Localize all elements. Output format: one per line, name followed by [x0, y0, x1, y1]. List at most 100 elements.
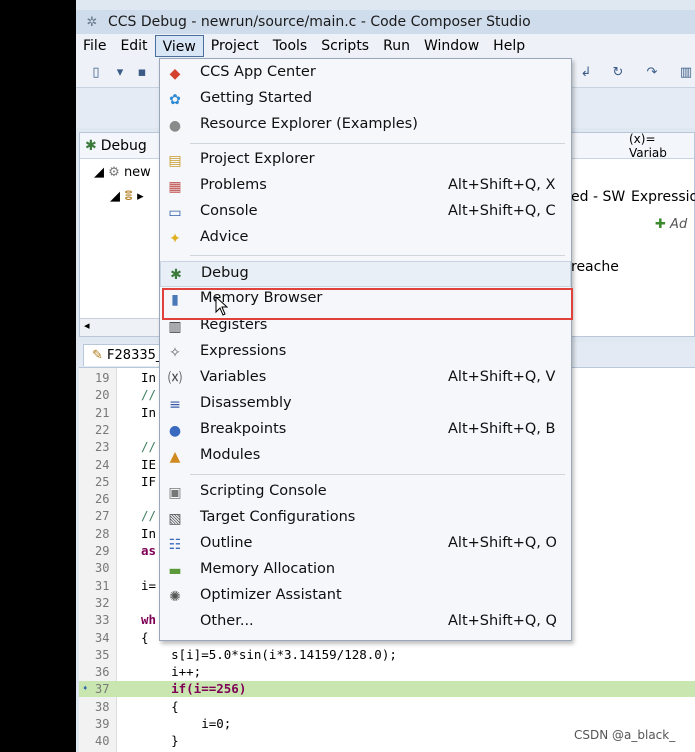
code-text: In	[141, 370, 157, 385]
line-number: 32	[95, 595, 110, 610]
c-file-icon: ✎	[92, 348, 103, 363]
step-over-icon[interactable]: ↷	[642, 63, 662, 83]
menu-item-shortcut: Alt+Shift+Q, B	[448, 421, 556, 437]
line-number: 19	[95, 371, 110, 385]
app-center-icon: ◆	[169, 66, 181, 82]
menu-item-advice[interactable]: ✦ Advice	[160, 226, 571, 252]
outline-icon: ☷	[168, 537, 182, 553]
tree-item-project[interactable]: ◢ ⚙ new	[94, 165, 151, 180]
menu-item-label: Problems	[200, 177, 267, 193]
menu-item-target-configurations[interactable]: ▧ Target Configurations	[160, 506, 571, 532]
line-number: 29	[95, 544, 110, 558]
debug-icon: ✱	[170, 267, 182, 283]
menu-item-expressions[interactable]: ✧ Expressions	[160, 340, 571, 366]
line-number: 28	[95, 526, 110, 541]
code-line[interactable]: 38 {	[79, 699, 695, 715]
variables-icon: ⒳	[168, 371, 182, 387]
menu-item-optimizer-assistant[interactable]: ✺ Optimizer Assistant	[160, 584, 571, 610]
tree-expand-icon: ◢	[110, 189, 120, 204]
line-number: 34	[95, 630, 110, 645]
line-number: 25	[95, 474, 110, 489]
menu-item-label: Resource Explorer (Examples)	[200, 116, 418, 132]
menu-item-getting-started[interactable]: ✿ Getting Started	[160, 87, 571, 113]
memory-allocation-icon: ▬	[168, 563, 182, 579]
optimizer-assistant-icon: ✺	[169, 589, 181, 605]
variables-view-tab[interactable]: (x)= Variab	[571, 131, 694, 160]
chart-icon[interactable]: ▥	[676, 63, 695, 83]
menu-item-label: Disassembly	[200, 395, 292, 411]
code-text: wh	[141, 612, 157, 628]
code-text: s[i]=5.0*sin(i*3.14159/128.0);	[141, 646, 397, 662]
code-line[interactable]: 36 i++;	[79, 664, 695, 680]
menu-item-modules[interactable]: ▲ Modules	[160, 444, 571, 470]
advice-icon: ✦	[169, 231, 181, 247]
menu-tools[interactable]: Tools	[266, 35, 315, 57]
menu-item-disassembly[interactable]: ≡ Disassembly	[160, 392, 571, 418]
problems-icon: ▦	[168, 179, 182, 195]
menu-file[interactable]: File	[76, 35, 113, 57]
code-line[interactable]: 37 if(i==256) ➧	[79, 681, 695, 698]
menu-item-breakpoints[interactable]: ● Breakpoints Alt+Shift+Q, B	[160, 418, 571, 444]
menu-item-shortcut: Alt+Shift+Q, C	[448, 203, 556, 219]
menu-item-label: Project Explorer	[200, 151, 315, 167]
menu-item-label: Console	[200, 203, 258, 219]
add-icon: ✚	[655, 217, 666, 232]
menu-item-label: Getting Started	[200, 90, 313, 106]
tree-item-label: new	[123, 165, 151, 180]
title-bar: ✲ CCS Debug - newrun/source/main.c - Cod…	[76, 10, 695, 34]
menu-help[interactable]: Help	[486, 35, 532, 57]
menu-item-scripting-console[interactable]: ▣ Scripting Console	[160, 480, 571, 506]
menu-separator	[190, 143, 565, 144]
refresh-icon[interactable]: ↻	[608, 63, 628, 83]
add-expression-row[interactable]: ✚ Ad	[655, 217, 687, 232]
menu-bar: File Edit View Project Tools Scripts Run…	[76, 34, 695, 58]
thread-icon: ⴻ	[124, 189, 134, 204]
menu-window[interactable]: Window	[417, 35, 486, 57]
menu-view[interactable]: View	[154, 35, 204, 57]
menu-edit[interactable]: Edit	[113, 35, 154, 57]
menu-item-console[interactable]: ▭ Console Alt+Shift+Q, C	[160, 200, 571, 226]
menu-scripts[interactable]: Scripts	[314, 35, 376, 57]
menu-item-resource-explorer-examples[interactable]: ● Resource Explorer (Examples)	[160, 113, 571, 139]
save-icon[interactable]: ▪	[132, 63, 152, 83]
menu-separator	[190, 474, 565, 475]
code-text: In	[141, 404, 157, 420]
menu-item-label: Expressions	[200, 343, 287, 359]
menu-run[interactable]: Run	[376, 35, 417, 57]
code-text: //	[141, 387, 157, 403]
menu-item-outline[interactable]: ☷ Outline Alt+Shift+Q, O	[160, 532, 571, 558]
tree-item-thread[interactable]: ◢ ⴻ ▸	[110, 189, 144, 204]
target-configurations-icon: ▧	[168, 511, 182, 527]
menu-project[interactable]: Project	[204, 35, 266, 57]
new-icon[interactable]: ▯	[86, 63, 106, 83]
getting-started-icon: ✿	[169, 92, 181, 108]
menu-item-label: Other...	[200, 613, 254, 629]
line-number: 24	[95, 457, 110, 472]
code-text: In	[141, 525, 157, 541]
menu-item-label: Outline	[200, 535, 253, 551]
modules-icon: ▲	[169, 449, 181, 465]
menu-item-problems[interactable]: ▦ Problems Alt+Shift+Q, X	[160, 174, 571, 200]
dropdown-arrow-icon[interactable]: ▾	[110, 63, 130, 83]
menu-item-other[interactable]: Other... Alt+Shift+Q, Q	[160, 610, 571, 636]
tree-item-label: ▸	[137, 189, 144, 204]
variables-tab-label: (x)= Variab	[629, 131, 667, 160]
line-number: 21	[95, 405, 110, 420]
breakpoints-icon: ●	[168, 423, 182, 439]
step-return-icon[interactable]: ↲	[576, 63, 596, 83]
menu-item-project-explorer[interactable]: ▤ Project Explorer	[160, 148, 571, 174]
line-number: 38	[95, 699, 110, 714]
code-line[interactable]: 35 s[i]=5.0*sin(i*3.14159/128.0);	[79, 647, 695, 663]
menu-item-label: Scripting Console	[200, 483, 327, 499]
menu-item-ccs-app-center[interactable]: ◆ CCS App Center	[160, 61, 571, 87]
code-text: IE	[141, 456, 157, 472]
scripting-console-icon: ▣	[168, 485, 182, 501]
code-text: i=0;	[141, 716, 232, 731]
resource-explorer-icon: ●	[168, 118, 182, 134]
menu-item-label: Optimizer Assistant	[200, 587, 342, 603]
tree-cpu-icon: ⚙	[108, 165, 120, 180]
menu-item-memory-allocation[interactable]: ▬ Memory Allocation	[160, 558, 571, 584]
scroll-left-icon[interactable]: ◂	[84, 319, 90, 332]
menu-item-variables[interactable]: ⒳ Variables Alt+Shift+Q, V	[160, 366, 571, 392]
menu-item-debug[interactable]: ✱ Debug	[160, 261, 571, 287]
